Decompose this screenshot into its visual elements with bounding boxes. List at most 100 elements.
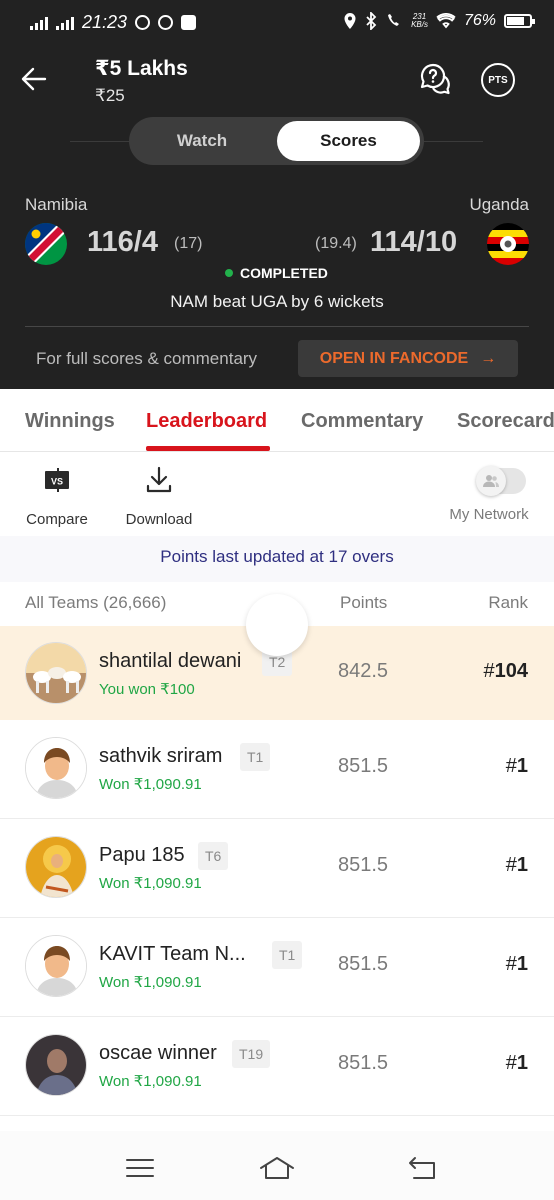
username: KAVIT Team N... bbox=[99, 943, 246, 965]
match-status-text: COMPLETED bbox=[240, 265, 328, 281]
watch-scores-toggle: Watch Scores bbox=[129, 117, 424, 165]
rank-hash: # bbox=[505, 755, 517, 777]
wifi-icon bbox=[436, 13, 456, 29]
team-badge: T1 bbox=[240, 743, 271, 771]
winnings-text: Won ₹1,090.91 bbox=[99, 776, 202, 793]
my-network-label: My Network bbox=[449, 506, 529, 523]
switch-knob bbox=[476, 466, 506, 496]
match-header: 21:23 231 KB/s 76% ₹5 Lakhs ₹25 PTS Watc bbox=[0, 0, 554, 389]
download-button[interactable]: Download bbox=[121, 465, 197, 528]
points-value: 851.5 bbox=[338, 953, 389, 975]
floating-bubble[interactable] bbox=[246, 594, 308, 656]
toggle-divider-right bbox=[424, 141, 483, 142]
leaderboard-row[interactable]: oscae winner T19 Won ₹1,090.91 851.5 #1 bbox=[0, 1018, 554, 1116]
bluetooth-icon bbox=[366, 12, 377, 30]
compare-button[interactable]: VS Compare bbox=[22, 465, 92, 528]
status-dot-icon bbox=[225, 269, 233, 277]
avatar bbox=[25, 737, 87, 799]
username: sathvik sriram bbox=[99, 745, 223, 767]
username: shantilal dewani bbox=[99, 650, 242, 672]
rank-number: 1 bbox=[516, 953, 528, 975]
compare-label: Compare bbox=[26, 511, 88, 528]
my-network-switch[interactable] bbox=[476, 466, 526, 496]
avatar bbox=[25, 836, 87, 898]
username: oscae winner bbox=[99, 1042, 217, 1064]
rank-value: #1 bbox=[506, 755, 528, 778]
points-updated-banner: Points last updated at 17 overs bbox=[0, 536, 554, 582]
home-icon[interactable] bbox=[258, 1155, 296, 1181]
team-badge: T19 bbox=[232, 1040, 271, 1068]
contest-title: ₹5 Lakhs bbox=[95, 57, 188, 80]
all-teams-header: All Teams (26,666) bbox=[25, 593, 167, 612]
leaderboard-row[interactable]: KAVIT Team N... T1 Won ₹1,090.91 851.5 #… bbox=[0, 919, 554, 1017]
points-header: Points bbox=[340, 593, 388, 612]
points-value: 851.5 bbox=[338, 1052, 389, 1074]
points-value: 851.5 bbox=[338, 755, 389, 777]
team1-score: 116/4 bbox=[87, 226, 158, 258]
open-fancode-label: OPEN IN FANCODE bbox=[319, 349, 469, 367]
winnings-text: Won ₹1,090.91 bbox=[99, 1073, 202, 1090]
net-speed: 231 KB/s bbox=[411, 13, 428, 29]
system-navigation-bar bbox=[0, 1131, 554, 1200]
winnings-text: You won ₹100 bbox=[99, 681, 195, 698]
battery-percent: 76% bbox=[463, 12, 496, 29]
help-chat-icon[interactable] bbox=[419, 62, 453, 96]
back-icon[interactable] bbox=[407, 1155, 437, 1181]
fancode-prompt: For full scores & commentary bbox=[36, 349, 258, 368]
status-bar-right: 231 KB/s 76% bbox=[343, 12, 535, 30]
menu-icon[interactable] bbox=[125, 1155, 155, 1181]
scores-tab[interactable]: Scores bbox=[277, 121, 420, 161]
my-network-toggle[interactable]: My Network bbox=[446, 465, 532, 523]
active-tab-indicator bbox=[146, 446, 270, 451]
rank-hash: # bbox=[505, 953, 517, 975]
tab-winnings[interactable]: Winnings bbox=[25, 410, 115, 433]
team2-overs: (19.4) bbox=[315, 235, 357, 252]
team-badge: T6 bbox=[198, 842, 229, 870]
download-icon bbox=[146, 466, 172, 493]
leaderboard-row[interactable]: sathvik sriram T1 Won ₹1,090.91 851.5 #1 bbox=[0, 721, 554, 819]
avatar bbox=[25, 1034, 87, 1096]
divider bbox=[25, 326, 529, 327]
winnings-text: Won ₹1,090.91 bbox=[99, 875, 202, 892]
compare-vs-text: VS bbox=[51, 477, 63, 487]
status-bar-left: 21:23 bbox=[30, 12, 197, 33]
location-icon bbox=[344, 13, 356, 29]
back-arrow-icon[interactable] bbox=[18, 62, 52, 96]
pts-button[interactable]: PTS bbox=[481, 63, 515, 97]
tab-commentary[interactable]: Commentary bbox=[301, 410, 423, 433]
people-icon bbox=[483, 475, 499, 487]
tab-leaderboard[interactable]: Leaderboard bbox=[146, 410, 267, 433]
match-status: COMPLETED bbox=[225, 265, 328, 281]
watch-tab[interactable]: Watch bbox=[129, 117, 275, 165]
rank-number: 104 bbox=[494, 660, 528, 682]
wifi-calling-icon bbox=[388, 14, 400, 26]
signal-icon-2 bbox=[56, 16, 74, 30]
clock: 21:23 bbox=[82, 12, 128, 32]
facebook-icon bbox=[181, 15, 197, 30]
avatar bbox=[25, 642, 87, 704]
points-value: 842.5 bbox=[338, 660, 389, 682]
rank-number: 1 bbox=[516, 854, 528, 876]
team1-overs: (17) bbox=[174, 235, 203, 252]
points-value: 851.5 bbox=[338, 854, 389, 876]
winnings-text: Won ₹1,090.91 bbox=[99, 974, 202, 991]
tab-scorecard[interactable]: Scorecard bbox=[457, 410, 554, 433]
battery-icon bbox=[504, 14, 535, 28]
arrow-right-icon: → bbox=[480, 349, 497, 367]
team2-score: 114/10 bbox=[370, 226, 458, 258]
status-bar: 21:23 231 KB/s 76% bbox=[0, 0, 554, 44]
open-fancode-button[interactable]: OPEN IN FANCODE → bbox=[298, 340, 518, 377]
leaderboard-row[interactable]: Papu 185 T6 Won ₹1,090.91 851.5 #1 bbox=[0, 820, 554, 918]
tab-bar: Winnings Leaderboard Commentary Scorecar… bbox=[0, 389, 554, 452]
rank-header: Rank bbox=[488, 593, 528, 612]
rank-hash: # bbox=[505, 1052, 517, 1074]
rank-value: #104 bbox=[484, 660, 529, 683]
team-badge: T1 bbox=[272, 941, 303, 969]
download-label: Download bbox=[125, 511, 193, 528]
compare-vs-icon: VS bbox=[45, 468, 69, 492]
pts-label: PTS bbox=[488, 74, 508, 86]
match-result: NAM beat UGA by 6 wickets bbox=[170, 292, 384, 311]
net-speed-unit: KB/s bbox=[411, 20, 428, 29]
signal-icon bbox=[30, 16, 48, 30]
telegram-icon bbox=[158, 15, 174, 30]
